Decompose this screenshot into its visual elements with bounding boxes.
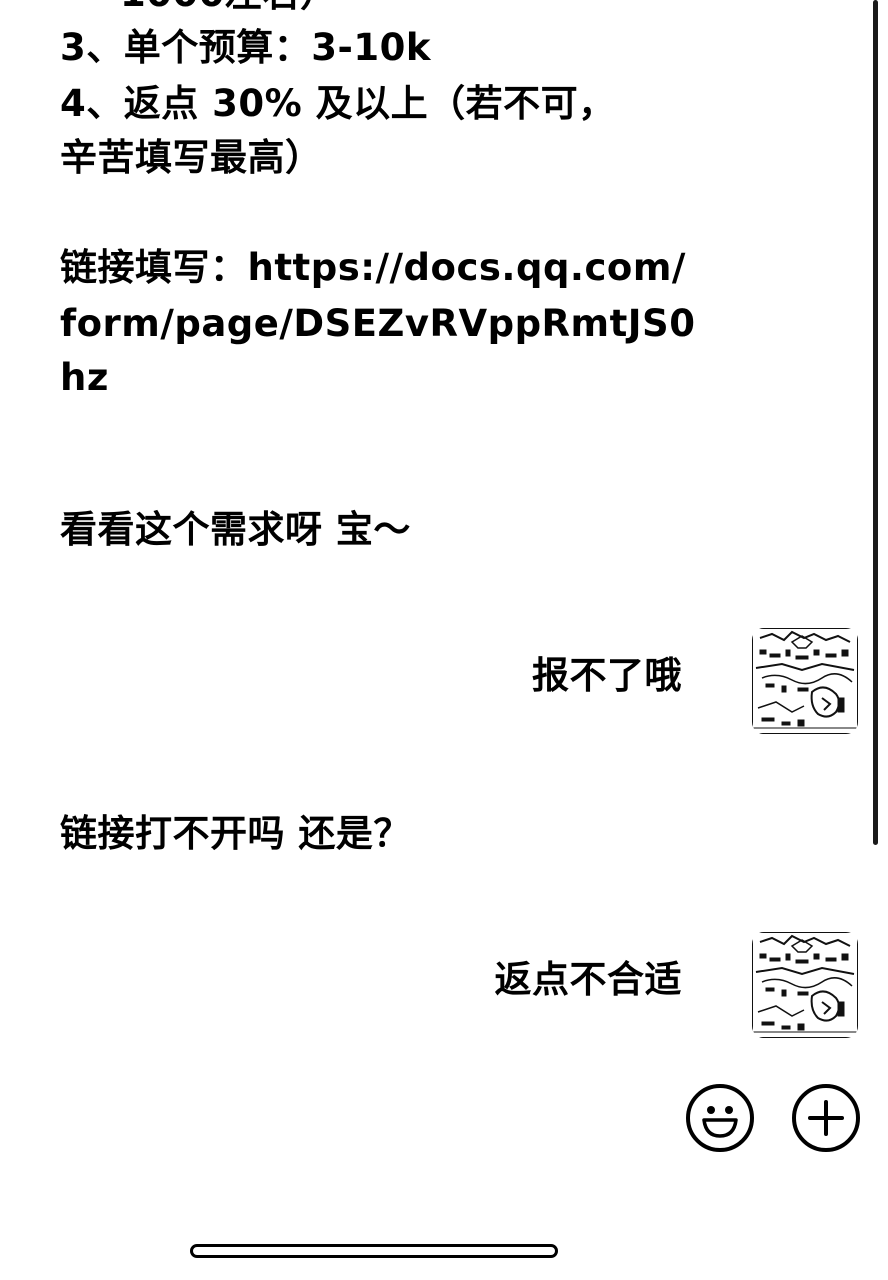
message-line: 3、单个预算：3-10k	[60, 26, 431, 69]
user-avatar[interactable]	[752, 932, 858, 1038]
outgoing-message: 返点不合适	[494, 958, 682, 1001]
outgoing-message: 报不了哦	[532, 654, 682, 697]
outgoing-message-row: 返点不合适	[258, 932, 858, 1040]
scrollbar[interactable]	[873, 0, 878, 845]
user-avatar[interactable]	[752, 628, 858, 734]
chat-screen: 1000左右） 3、单个预算：3-10k 4、返点 30% 及以上（若不可， 辛…	[0, 0, 888, 1280]
message-link-line[interactable]: 链接填写：https://docs.qq.com/	[60, 240, 686, 296]
outgoing-message-row: 报不了哦	[258, 628, 858, 736]
message-line: 辛苦填写最高）	[60, 136, 323, 179]
message-line: 1000左右）	[120, 0, 337, 22]
message-link-line[interactable]: hz	[60, 350, 109, 406]
incoming-message: 看看这个需求呀 宝～	[60, 508, 411, 551]
smiley-face-icon	[702, 1106, 738, 1138]
message-line: 4、返点 30% 及以上（若不可，	[60, 82, 616, 125]
plus-icon	[808, 1100, 844, 1136]
avatar-image-icon	[752, 628, 858, 734]
message-link-line[interactable]: form/page/DSEZvRVppRmtJS0	[60, 296, 695, 352]
incoming-message: 链接打不开吗 还是？	[60, 812, 411, 855]
emoji-button[interactable]	[686, 1084, 754, 1152]
home-indicator[interactable]	[190, 1244, 558, 1258]
avatar-image-icon	[752, 932, 858, 1038]
add-button[interactable]	[792, 1084, 860, 1152]
